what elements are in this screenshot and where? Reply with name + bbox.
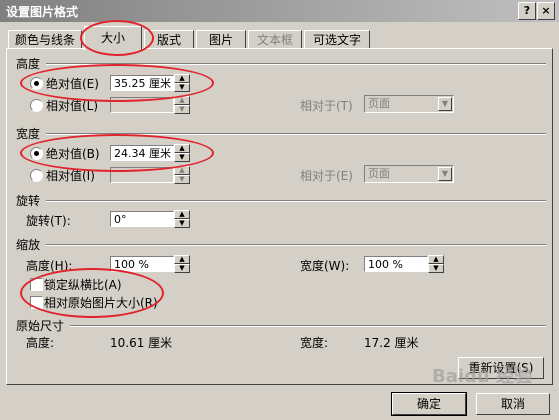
lock-aspect-checkbox[interactable] [30, 278, 43, 291]
spin-up-icon[interactable]: ▲ [174, 144, 190, 153]
width-relative-to-select: 页面 ▼ [364, 165, 454, 183]
close-button[interactable]: × [537, 2, 555, 20]
rotation-label: 旋转(T): [26, 214, 71, 228]
help-button[interactable]: ? [518, 2, 536, 20]
tab-textbox: 文本框 [248, 30, 302, 49]
width-section-label: 宽度 [16, 127, 41, 141]
tab-size[interactable]: 大小 [84, 26, 142, 51]
spin-up-icon: ▲ [174, 96, 190, 105]
window-title: 设置图片格式 [6, 5, 79, 19]
divider [46, 200, 546, 202]
spin-down-icon: ▼ [174, 105, 190, 114]
cancel-button[interactable]: 取消 [476, 393, 550, 415]
height-absolute-spinner[interactable]: ▲ ▼ [174, 74, 190, 92]
spin-down-icon: ▼ [174, 175, 190, 184]
width-relative-to-label: 相对于(E) [300, 169, 353, 183]
height-absolute-input[interactable]: 35.25 厘米 [110, 75, 174, 91]
width-relative-spinner: ▲ ▼ [174, 166, 190, 184]
title-bar [0, 0, 559, 22]
spin-up-icon[interactable]: ▲ [174, 74, 190, 83]
spin-down-icon[interactable]: ▼ [174, 219, 190, 228]
width-absolute-spinner[interactable]: ▲ ▼ [174, 144, 190, 162]
spin-down-icon[interactable]: ▼ [174, 153, 190, 162]
rotation-input[interactable]: 0° [110, 211, 174, 227]
relative-original-label: 相对原始图片大小(R) [44, 296, 158, 310]
radio-selected-dot [34, 81, 39, 86]
tab-colors-lines[interactable]: 颜色与线条 [8, 30, 82, 49]
width-absolute-radio[interactable] [30, 147, 43, 160]
relative-original-checkbox[interactable] [30, 296, 43, 309]
original-width-value: 17.2 厘米 [364, 336, 419, 350]
height-relative-label: 相对值(L) [46, 99, 99, 113]
height-relative-to-label: 相对于(T) [300, 99, 353, 113]
spin-up-icon[interactable]: ▲ [174, 210, 190, 219]
height-absolute-label: 绝对值(E) [46, 77, 99, 91]
chevron-down-icon: ▼ [438, 97, 452, 111]
original-section-label: 原始尺寸 [16, 319, 65, 333]
height-section-label: 高度 [16, 57, 41, 71]
width-absolute-input[interactable]: 24.34 厘米 [110, 145, 174, 161]
lock-aspect-label: 锁定纵横比(A) [44, 278, 122, 292]
scale-height-spinner[interactable]: ▲ ▼ [174, 255, 190, 273]
height-relative-radio[interactable] [30, 99, 43, 112]
scale-width-spinner[interactable]: ▲ ▼ [428, 255, 444, 273]
scale-section-label: 缩放 [16, 238, 41, 252]
rotation-section-label: 旋转 [16, 194, 41, 208]
divider [70, 325, 546, 327]
scale-width-input[interactable]: 100 % [364, 256, 428, 272]
spin-up-icon: ▲ [174, 166, 190, 175]
spin-down-icon[interactable]: ▼ [174, 264, 190, 273]
scale-height-label: 高度(H): [26, 259, 73, 273]
divider [46, 63, 546, 65]
divider [46, 133, 546, 135]
spin-down-icon[interactable]: ▼ [428, 264, 444, 273]
height-absolute-radio[interactable] [30, 77, 43, 90]
tab-layout[interactable]: 版式 [144, 30, 194, 49]
width-absolute-label: 绝对值(B) [46, 147, 100, 161]
width-relative-radio[interactable] [30, 169, 43, 182]
spin-up-icon[interactable]: ▲ [174, 255, 190, 264]
height-relative-to-value: 页面 [368, 97, 390, 110]
height-relative-spinner: ▲ ▼ [174, 96, 190, 114]
original-height-label: 高度: [26, 336, 55, 350]
original-height-value: 10.61 厘米 [110, 336, 173, 350]
tab-alt-text[interactable]: 可选文字 [304, 30, 370, 49]
width-relative-input [110, 167, 174, 183]
spin-up-icon[interactable]: ▲ [428, 255, 444, 264]
width-relative-label: 相对值(I) [46, 169, 95, 183]
width-relative-to-value: 页面 [368, 167, 390, 180]
height-relative-to-select: 页面 ▼ [364, 95, 454, 113]
spin-down-icon[interactable]: ▼ [174, 83, 190, 92]
divider [46, 244, 546, 246]
chevron-down-icon: ▼ [438, 167, 452, 181]
watermark: Baidu 经验 [432, 366, 533, 387]
original-width-label: 宽度: [300, 336, 329, 350]
rotation-spinner[interactable]: ▲ ▼ [174, 210, 190, 228]
height-relative-input [110, 97, 174, 113]
radio-selected-dot [34, 151, 39, 156]
scale-width-label: 宽度(W): [300, 259, 350, 273]
ok-button[interactable]: 确定 [391, 392, 467, 416]
scale-height-input[interactable]: 100 % [110, 256, 174, 272]
tab-picture[interactable]: 图片 [196, 30, 246, 49]
